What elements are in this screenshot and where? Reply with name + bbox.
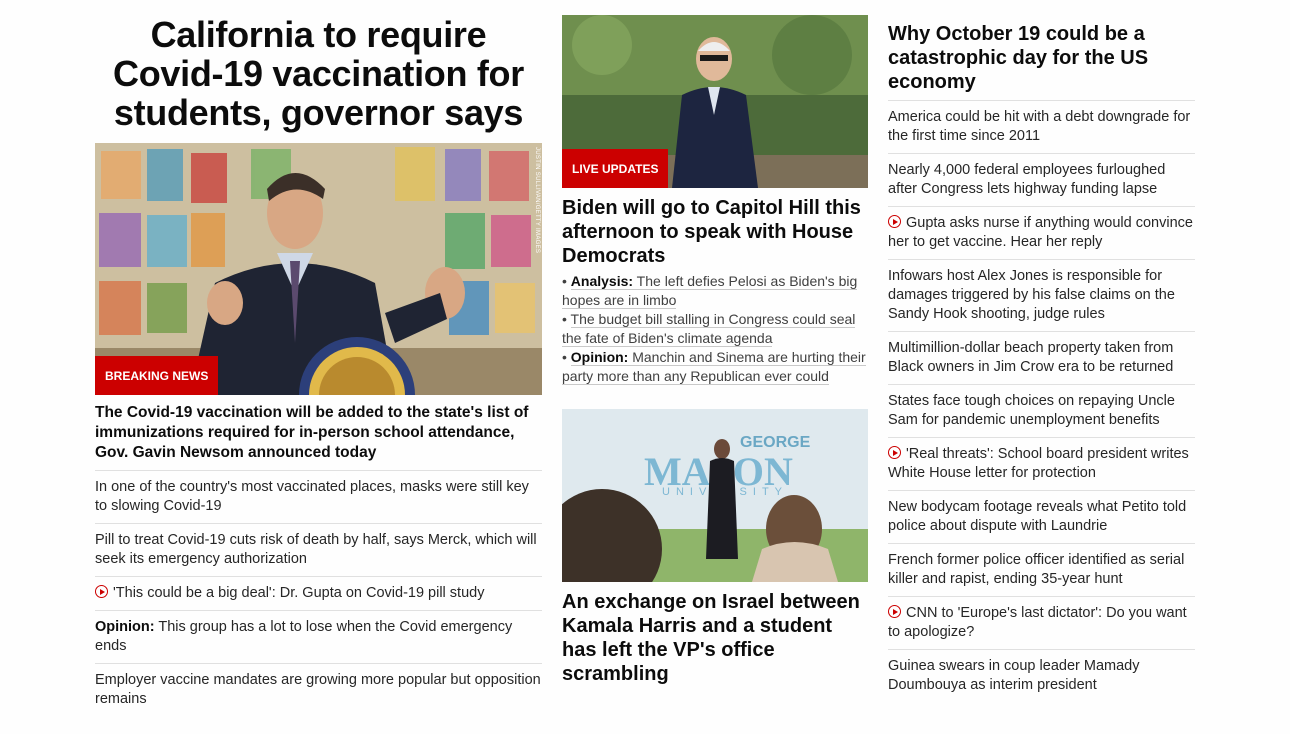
list-item[interactable]: Nearly 4,000 federal employees furloughe…	[888, 154, 1195, 207]
biden-related-links: • Analysis: The left defies Pelosi as Bi…	[562, 272, 868, 386]
list-item[interactable]: New bodycam footage reveals what Petito …	[888, 491, 1195, 544]
middle-column: LIVE UPDATES Biden will go to Capitol Hi…	[562, 15, 868, 690]
list-item[interactable]: Pill to treat Covid-19 cuts risk of deat…	[95, 524, 542, 577]
play-circle-icon	[888, 446, 901, 459]
list-item[interactable]: • Opinion: Manchin and Sinema are hurtin…	[562, 348, 868, 386]
live-updates-badge: LIVE UPDATES	[562, 149, 669, 188]
play-circle-icon	[888, 605, 901, 618]
homepage: California to require Covid-19 vaccinati…	[0, 0, 1290, 734]
list-item[interactable]: Employer vaccine mandates are growing mo…	[95, 664, 542, 716]
list-item[interactable]: • The budget bill stalling in Congress c…	[562, 310, 868, 348]
opinion-label: Opinion:	[95, 619, 155, 635]
right-column: Why October 19 could be a catastrophic d…	[888, 15, 1195, 702]
main-story-column: California to require Covid-19 vaccinati…	[95, 15, 542, 716]
list-item[interactable]: French former police officer identified …	[888, 544, 1195, 597]
list-item[interactable]: Infowars host Alex Jones is responsible …	[888, 260, 1195, 332]
list-item[interactable]: America could be hit with a debt downgra…	[888, 101, 1195, 154]
harris-headline[interactable]: An exchange on Israel between Kamala Har…	[562, 590, 868, 686]
list-item[interactable]: Guinea swears in coup leader Mamady Doum…	[888, 650, 1195, 702]
main-hero-image[interactable]: JUSTIN SULLIVAN/GETTY IMAGES BREAKING NE…	[95, 143, 542, 395]
biden-image[interactable]: LIVE UPDATES	[562, 15, 868, 188]
biden-headline[interactable]: Biden will go to Capitol Hill this after…	[562, 196, 868, 268]
lead-story-summary[interactable]: The Covid-19 vaccination will be added t…	[95, 403, 542, 471]
main-story-list: In one of the country's most vaccinated …	[95, 471, 542, 716]
play-circle-icon	[888, 215, 901, 228]
harris-photo: GEORGE MASON UNIVERSITY	[562, 409, 868, 582]
list-item[interactable]: Gupta asks nurse if anything would convi…	[888, 207, 1195, 260]
list-item[interactable]: CNN to 'Europe's last dictator': Do you …	[888, 597, 1195, 650]
breaking-news-badge: BREAKING NEWS	[95, 356, 219, 395]
list-item[interactable]: States face tough choices on repaying Un…	[888, 385, 1195, 438]
list-item[interactable]: In one of the country's most vaccinated …	[95, 471, 542, 524]
list-item[interactable]: 'This could be a big deal': Dr. Gupta on…	[95, 577, 542, 611]
list-item[interactable]: Multimillion-dollar beach property taken…	[888, 332, 1195, 385]
photo-credit: JUSTIN SULLIVAN/GETTY IMAGES	[534, 147, 540, 254]
list-item[interactable]: • Analysis: The left defies Pelosi as Bi…	[562, 272, 868, 310]
main-headline[interactable]: California to require Covid-19 vaccinati…	[95, 15, 542, 132]
economy-headline[interactable]: Why October 19 could be a catastrophic d…	[888, 22, 1195, 101]
list-item[interactable]: Opinion: This group has a lot to lose wh…	[95, 611, 542, 664]
harris-image[interactable]: GEORGE MASON UNIVERSITY	[562, 409, 868, 582]
play-circle-icon	[95, 585, 108, 598]
list-item[interactable]: 'Real threats': School board president w…	[888, 438, 1195, 491]
right-story-list: America could be hit with a debt downgra…	[888, 101, 1195, 702]
